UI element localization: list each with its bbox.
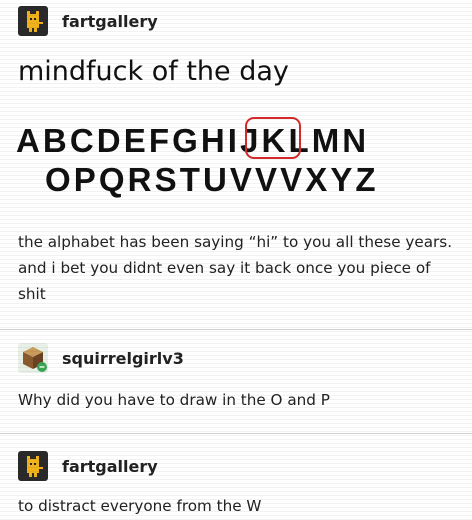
username[interactable]: fartgallery: [62, 12, 158, 31]
divider: [0, 433, 472, 434]
reply-body: to distract everyone from the W: [18, 497, 262, 515]
reply-header: fartgallery: [18, 451, 158, 481]
divider: [0, 329, 472, 330]
reply-body: Why did you have to draw in the O and P: [18, 391, 330, 409]
alphabet-line-2: OPQRSTUVVVXYZ: [45, 161, 379, 198]
cat-avatar-icon[interactable]: [18, 6, 48, 36]
post-title: mindfuck of the day: [18, 56, 289, 87]
post-header: fartgallery: [18, 6, 158, 36]
username[interactable]: squirrelgirlv3: [62, 349, 184, 368]
reply-header: squirrelgirlv3: [18, 343, 184, 373]
cube-avatar-icon[interactable]: [18, 343, 48, 373]
cat-avatar-icon[interactable]: [18, 451, 48, 481]
alphabet-line-1: ABCDEFGHIJKLMN: [16, 122, 370, 159]
hi-highlight-circle: [245, 117, 301, 159]
username[interactable]: fartgallery: [62, 457, 158, 476]
post-body: the alphabet has been saying “hi” to you…: [18, 233, 453, 303]
